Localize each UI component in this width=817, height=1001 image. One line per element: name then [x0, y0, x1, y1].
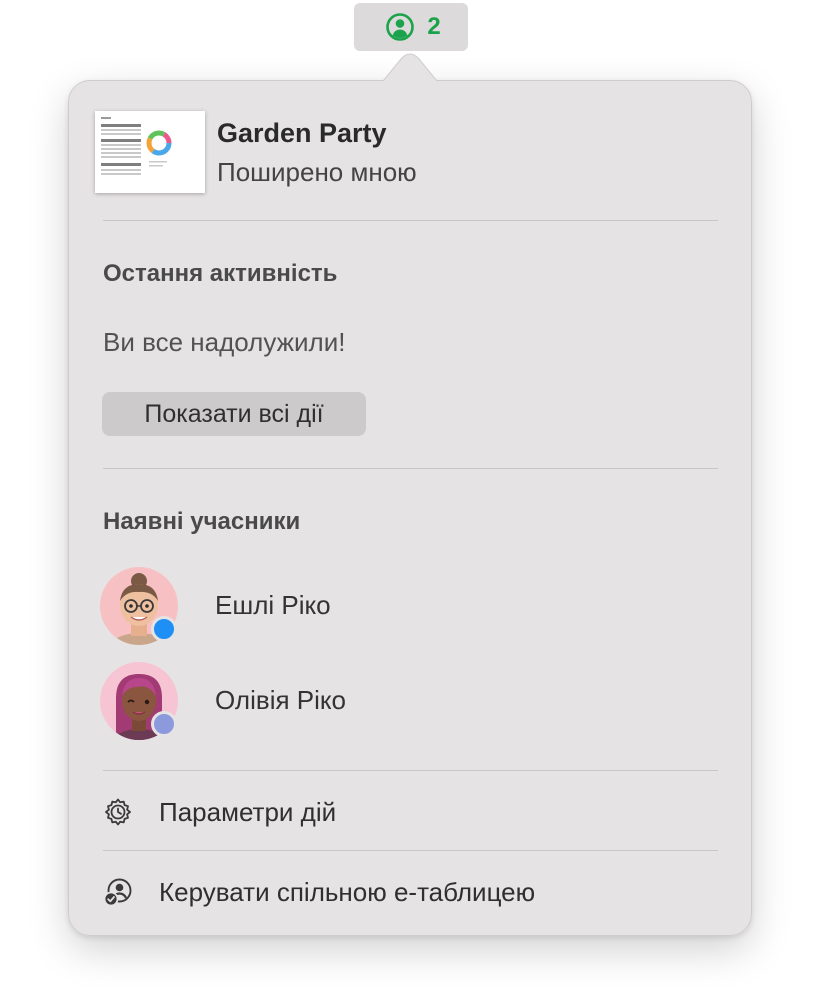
presence-indicator — [151, 616, 177, 642]
participant-name: Ешлі Ріко — [215, 590, 331, 620]
person-circle-check-icon — [103, 878, 132, 907]
collaboration-button[interactable]: 2 — [354, 3, 468, 51]
collaborator-count: 2 — [427, 13, 441, 40]
divider — [103, 220, 718, 221]
activity-status: Ви все надолужили! — [103, 327, 346, 357]
recent-activity-heading: Остання активність — [103, 260, 338, 287]
person-circle-icon — [386, 13, 415, 41]
gear-clock-icon — [105, 798, 131, 826]
participant-row[interactable]: Олівія Ріко — [100, 662, 700, 742]
document-share-status: Поширено мною — [217, 157, 417, 187]
manage-shared-spreadsheet-label: Керувати спільною е-таблицею — [159, 876, 536, 907]
show-all-activity-button[interactable]: Показати всі дії — [102, 392, 366, 436]
activity-settings-menu-item[interactable]: Параметри дій — [103, 787, 718, 837]
manage-shared-spreadsheet-menu-item[interactable]: Керувати спільною е-таблицею — [103, 867, 718, 917]
participant-row[interactable]: Ешлі Ріко — [100, 567, 700, 647]
document-title: Garden Party — [217, 118, 387, 148]
divider — [103, 770, 718, 771]
activity-settings-label: Параметри дій — [159, 796, 337, 827]
participants-heading: Наявні учасники — [103, 508, 301, 535]
divider — [103, 850, 718, 851]
presence-indicator — [151, 711, 177, 737]
popover-arrow — [383, 53, 437, 82]
document-thumbnail — [95, 111, 205, 193]
divider — [103, 468, 718, 469]
participant-name: Олівія Ріко — [215, 685, 347, 715]
